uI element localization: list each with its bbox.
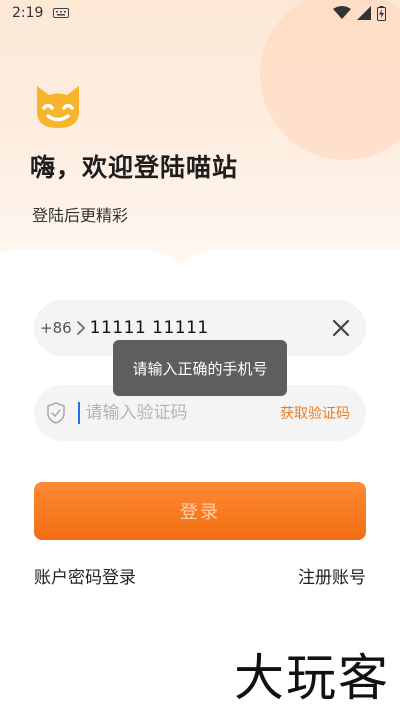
phone-input[interactable]: 11111 11111	[90, 318, 330, 338]
status-time: 2:19	[12, 5, 44, 21]
close-icon[interactable]	[330, 317, 352, 339]
page-subtitle: 登陆后更精彩	[32, 206, 129, 225]
chevron-right-icon[interactable]	[76, 321, 86, 335]
text-cursor	[78, 402, 80, 424]
signal-icon	[357, 6, 371, 20]
shield-icon	[47, 402, 65, 424]
cat-logo-icon	[37, 86, 79, 128]
status-bar: 2:19	[0, 0, 400, 26]
get-code-button[interactable]: 获取验证码	[280, 403, 350, 423]
wifi-icon	[333, 6, 351, 19]
login-button[interactable]: 登录	[34, 482, 366, 540]
country-code-selector[interactable]: +86	[40, 319, 72, 337]
verification-code-input[interactable]	[83, 402, 280, 424]
password-login-link[interactable]: 账户密码登录	[34, 563, 136, 588]
battery-icon	[377, 5, 386, 21]
keyboard-icon	[53, 8, 70, 18]
page-title: 嗨，欢迎登陆喵站	[30, 153, 239, 182]
watermark: 大玩客	[234, 649, 390, 707]
toast-message: 请输入正确的手机号	[113, 340, 287, 396]
decorative-blob	[160, 250, 400, 300]
register-link[interactable]: 注册账号	[298, 563, 366, 588]
